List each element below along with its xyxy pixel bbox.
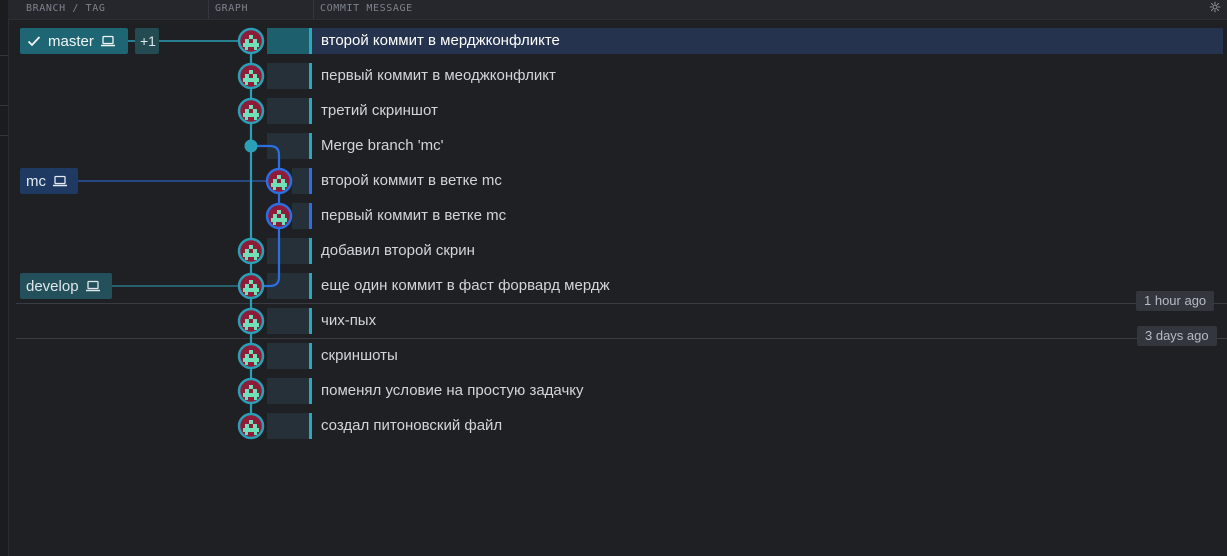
commit-avatar-icon[interactable] xyxy=(237,27,265,55)
commit-avatar-icon[interactable] xyxy=(265,167,293,195)
commit-avatar-icon[interactable] xyxy=(265,202,293,230)
merge-commit-dot[interactable] xyxy=(244,139,258,153)
commit-avatar-icon[interactable] xyxy=(237,342,265,370)
commit-avatar-icon[interactable] xyxy=(237,62,265,90)
commit-graph xyxy=(78,27,293,440)
commit-avatar-icon[interactable] xyxy=(237,307,265,335)
commit-avatar-icon[interactable] xyxy=(237,272,265,300)
commit-avatar-icon[interactable] xyxy=(237,97,265,125)
commit-avatar-icon[interactable] xyxy=(237,237,265,265)
commit-avatar-icon[interactable] xyxy=(237,412,265,440)
commit-avatar-icon[interactable] xyxy=(237,377,265,405)
